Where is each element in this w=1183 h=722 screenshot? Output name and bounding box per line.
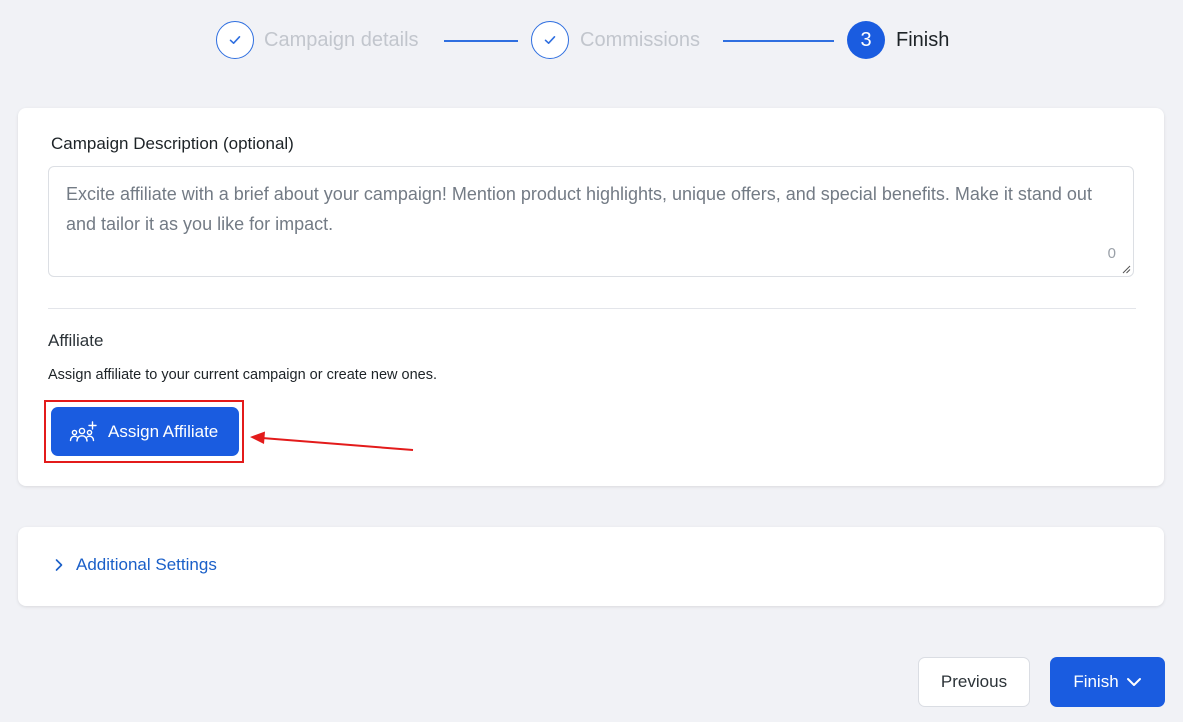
annotation-arrow-icon bbox=[250, 431, 414, 451]
description-label: Campaign Description (optional) bbox=[51, 134, 294, 153]
step-connector-2 bbox=[723, 40, 834, 42]
campaign-finish-card: Campaign Description (optional) Excite a… bbox=[18, 108, 1164, 486]
assign-affiliate-label: Assign Affiliate bbox=[108, 421, 219, 441]
description-placeholder: Excite affiliate with a brief about your… bbox=[66, 184, 1092, 234]
character-count: 0 bbox=[1107, 245, 1116, 262]
step-1-label: Campaign details bbox=[264, 29, 419, 51]
additional-settings-label: Additional Settings bbox=[76, 555, 217, 574]
additional-settings-card: Additional Settings bbox=[18, 527, 1164, 606]
step-connector-1 bbox=[444, 40, 518, 42]
step-3-label: Finish bbox=[896, 29, 950, 51]
campaign-stepper: Campaign details Commissions 3 Finish bbox=[0, 0, 1183, 80]
step-2-label: Commissions bbox=[580, 29, 701, 51]
finish-button[interactable]: Finish bbox=[1050, 657, 1165, 707]
chevron-right-icon bbox=[54, 558, 64, 572]
affiliate-section-title: Affiliate bbox=[48, 331, 104, 350]
step-3-number: 3 bbox=[847, 21, 885, 59]
chevron-down-icon bbox=[1126, 677, 1142, 687]
users-plus-icon bbox=[68, 420, 98, 444]
description-textarea[interactable]: Excite affiliate with a brief about your… bbox=[48, 166, 1134, 277]
section-divider bbox=[48, 308, 1136, 309]
previous-button[interactable]: Previous bbox=[918, 657, 1030, 707]
affiliate-section-description: Assign affiliate to your current campaig… bbox=[48, 367, 438, 383]
finish-label: Finish bbox=[1073, 672, 1119, 691]
assign-affiliate-button[interactable]: Assign Affiliate bbox=[51, 407, 239, 456]
additional-settings-toggle[interactable]: Additional Settings bbox=[54, 555, 217, 575]
step-2-check-icon bbox=[531, 21, 569, 59]
step-1-check-icon bbox=[216, 21, 254, 59]
resize-handle-icon[interactable] bbox=[1122, 265, 1131, 274]
